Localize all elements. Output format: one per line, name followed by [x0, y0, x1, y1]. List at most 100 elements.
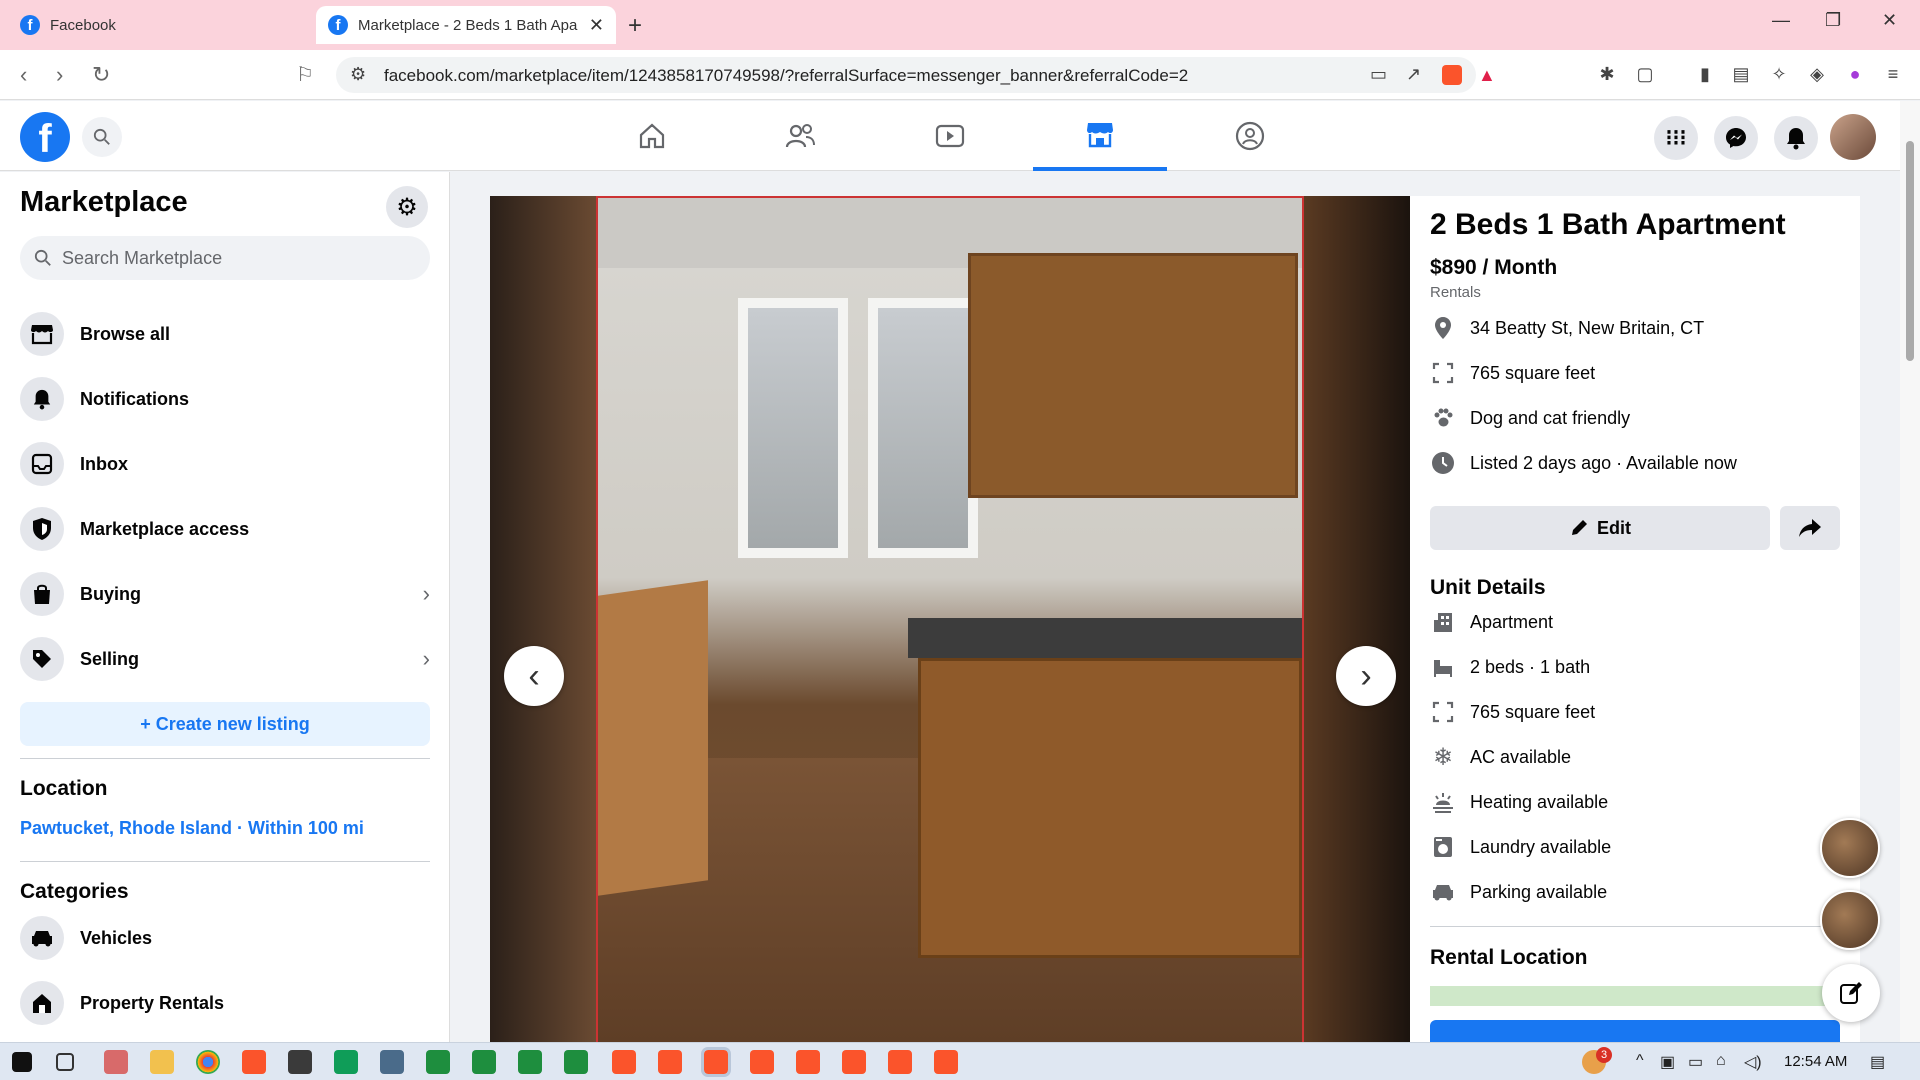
sidebar-item-selling[interactable]: Selling › [20, 631, 430, 687]
unit-detail-text: Parking available [1470, 881, 1608, 902]
brave-window-icon[interactable] [934, 1050, 958, 1074]
account-avatar[interactable] [1830, 114, 1876, 160]
app-icon[interactable] [104, 1050, 128, 1074]
app-icon[interactable] [334, 1050, 358, 1074]
sidebar-item-buying[interactable]: Buying › [20, 566, 430, 622]
category-vehicles[interactable]: Vehicles [20, 910, 430, 966]
listing-address[interactable]: 34 Beatty St, New Britain, CT [1470, 318, 1704, 339]
brave-window-icon[interactable] [658, 1050, 682, 1074]
app-icon[interactable] [380, 1050, 404, 1074]
minimize-icon[interactable]: — [1772, 10, 1790, 31]
brave-window-icon[interactable] [888, 1050, 912, 1074]
windows-start-icon[interactable] [12, 1052, 32, 1072]
sidebar-item-label: Notifications [80, 388, 190, 409]
sheets-icon[interactable] [426, 1050, 450, 1074]
close-window-icon[interactable]: ✕ [1882, 10, 1897, 31]
brave-icon[interactable] [242, 1050, 266, 1074]
snowflake-icon: ❄ [1432, 743, 1454, 771]
tray-chevron-icon[interactable]: ^ [1636, 1052, 1644, 1070]
rental-location-map[interactable] [1430, 986, 1840, 1006]
notifications-button[interactable] [1774, 116, 1818, 160]
profile-icon[interactable]: ● [1844, 64, 1866, 86]
nav-watch[interactable] [883, 101, 1017, 171]
brave-window-active-icon[interactable] [701, 1047, 731, 1077]
forward-icon[interactable]: › [56, 62, 63, 88]
location-filter-link[interactable]: Pawtucket, Rhode Island · Within 100 mi [20, 818, 364, 839]
chrome-icon[interactable] [196, 1050, 220, 1074]
volume-icon[interactable]: ◁) [1744, 1052, 1762, 1072]
sidebar-item-inbox[interactable]: Inbox [20, 436, 430, 492]
menu-button[interactable]: ⁝⁝⁝ [1654, 116, 1698, 160]
nav-groups[interactable] [1183, 101, 1317, 171]
action-center-icon[interactable]: ▤ [1870, 1052, 1885, 1072]
battery-icon[interactable]: ▭ [1688, 1052, 1703, 1072]
brave-window-icon[interactable] [750, 1050, 774, 1074]
brave-window-icon[interactable] [842, 1050, 866, 1074]
network-icon[interactable]: ⌂ [1716, 1052, 1726, 1070]
new-message-button[interactable] [1822, 964, 1880, 1022]
storefront-icon [20, 312, 64, 356]
cast-icon[interactable]: ▭ [1370, 64, 1387, 85]
taskbar-clock[interactable]: 12:54 AM [1784, 1053, 1847, 1070]
sidebar-item-notifications[interactable]: Notifications [20, 371, 430, 427]
address-bar[interactable]: ⚙ facebook.com/marketplace/item/12438581… [336, 57, 1496, 93]
new-tab-icon[interactable]: + [628, 12, 642, 40]
maximize-icon[interactable]: ❐ [1825, 10, 1841, 31]
tab-marketplace[interactable]: f Marketplace - 2 Beds 1 Bath Apa ✕ [316, 6, 616, 44]
settings-button[interactable]: ⚙ [386, 186, 428, 228]
facebook-logo-icon[interactable]: f [20, 112, 70, 162]
site-settings-icon[interactable]: ⚙ [350, 64, 366, 85]
tray-app-icon[interactable]: ▣ [1660, 1052, 1675, 1072]
sheets-icon[interactable] [518, 1050, 542, 1074]
pencil-icon [1572, 520, 1587, 535]
search-input[interactable] [62, 247, 402, 269]
vpn-icon[interactable]: ◈ [1806, 64, 1828, 86]
messenger-button[interactable] [1714, 116, 1758, 160]
listing-category[interactable]: Rentals [1430, 284, 1481, 301]
share-listing-button[interactable] [1780, 506, 1840, 550]
sidebar-item-browse-all[interactable]: Browse all [20, 306, 430, 362]
listing-address-row: 34 Beatty St, New Britain, CT [1430, 313, 1704, 343]
extensions-icon[interactable]: ✱ [1596, 64, 1618, 86]
leo-icon[interactable]: ✧ [1768, 64, 1790, 86]
scrollbar-thumb[interactable] [1906, 141, 1914, 361]
listing-area: 765 square feet [1470, 362, 1596, 383]
create-new-listing-button[interactable]: + Create new listing [20, 702, 430, 746]
nav-marketplace[interactable] [1033, 101, 1167, 171]
category-property-rentals[interactable]: Property Rentals [20, 975, 430, 1031]
sidebar-item-label: Buying [80, 583, 141, 604]
sheets-icon[interactable] [472, 1050, 496, 1074]
photo-lower-cabinet [918, 658, 1302, 958]
sidebar-item-marketplace-access[interactable]: Marketplace access [20, 501, 430, 557]
app-icon[interactable] [288, 1050, 312, 1074]
nav-friends[interactable] [733, 101, 867, 171]
reader-icon[interactable]: ▢ [1634, 64, 1656, 86]
tab-facebook[interactable]: f Facebook [8, 6, 308, 44]
search-button[interactable] [82, 117, 122, 157]
page-scrollbar[interactable] [1900, 101, 1920, 1042]
sidebar-toggle-icon[interactable]: ▮ [1694, 64, 1716, 86]
sheets-icon[interactable] [564, 1050, 588, 1074]
task-view-icon[interactable] [56, 1053, 74, 1071]
close-tab-icon[interactable]: ✕ [589, 15, 604, 36]
chat-head[interactable] [1820, 890, 1880, 950]
brave-window-icon[interactable] [612, 1050, 636, 1074]
back-icon[interactable]: ‹ [20, 62, 27, 88]
previous-photo-button[interactable]: ‹ [504, 646, 564, 706]
share-page-icon[interactable]: ↗ [1406, 64, 1421, 85]
wallet-icon[interactable]: ▤ [1730, 64, 1752, 86]
chat-head[interactable] [1820, 818, 1880, 878]
brave-rewards-icon[interactable]: ▲ [1478, 65, 1496, 86]
brave-shield-icon[interactable] [1442, 65, 1462, 85]
brave-window-icon[interactable] [796, 1050, 820, 1074]
reload-icon[interactable]: ↻ [92, 62, 110, 88]
next-photo-button[interactable]: › [1336, 646, 1396, 706]
url-text[interactable]: facebook.com/marketplace/item/1243858170… [384, 66, 1188, 86]
message-seller-button[interactable] [1430, 1020, 1840, 1042]
menu-icon[interactable]: ≡ [1882, 64, 1904, 86]
edit-listing-button[interactable]: Edit [1430, 506, 1770, 550]
marketplace-search[interactable] [20, 236, 430, 280]
bookmark-icon[interactable]: ⚐ [296, 62, 314, 87]
nav-home[interactable] [585, 101, 719, 171]
file-explorer-icon[interactable] [150, 1050, 174, 1074]
